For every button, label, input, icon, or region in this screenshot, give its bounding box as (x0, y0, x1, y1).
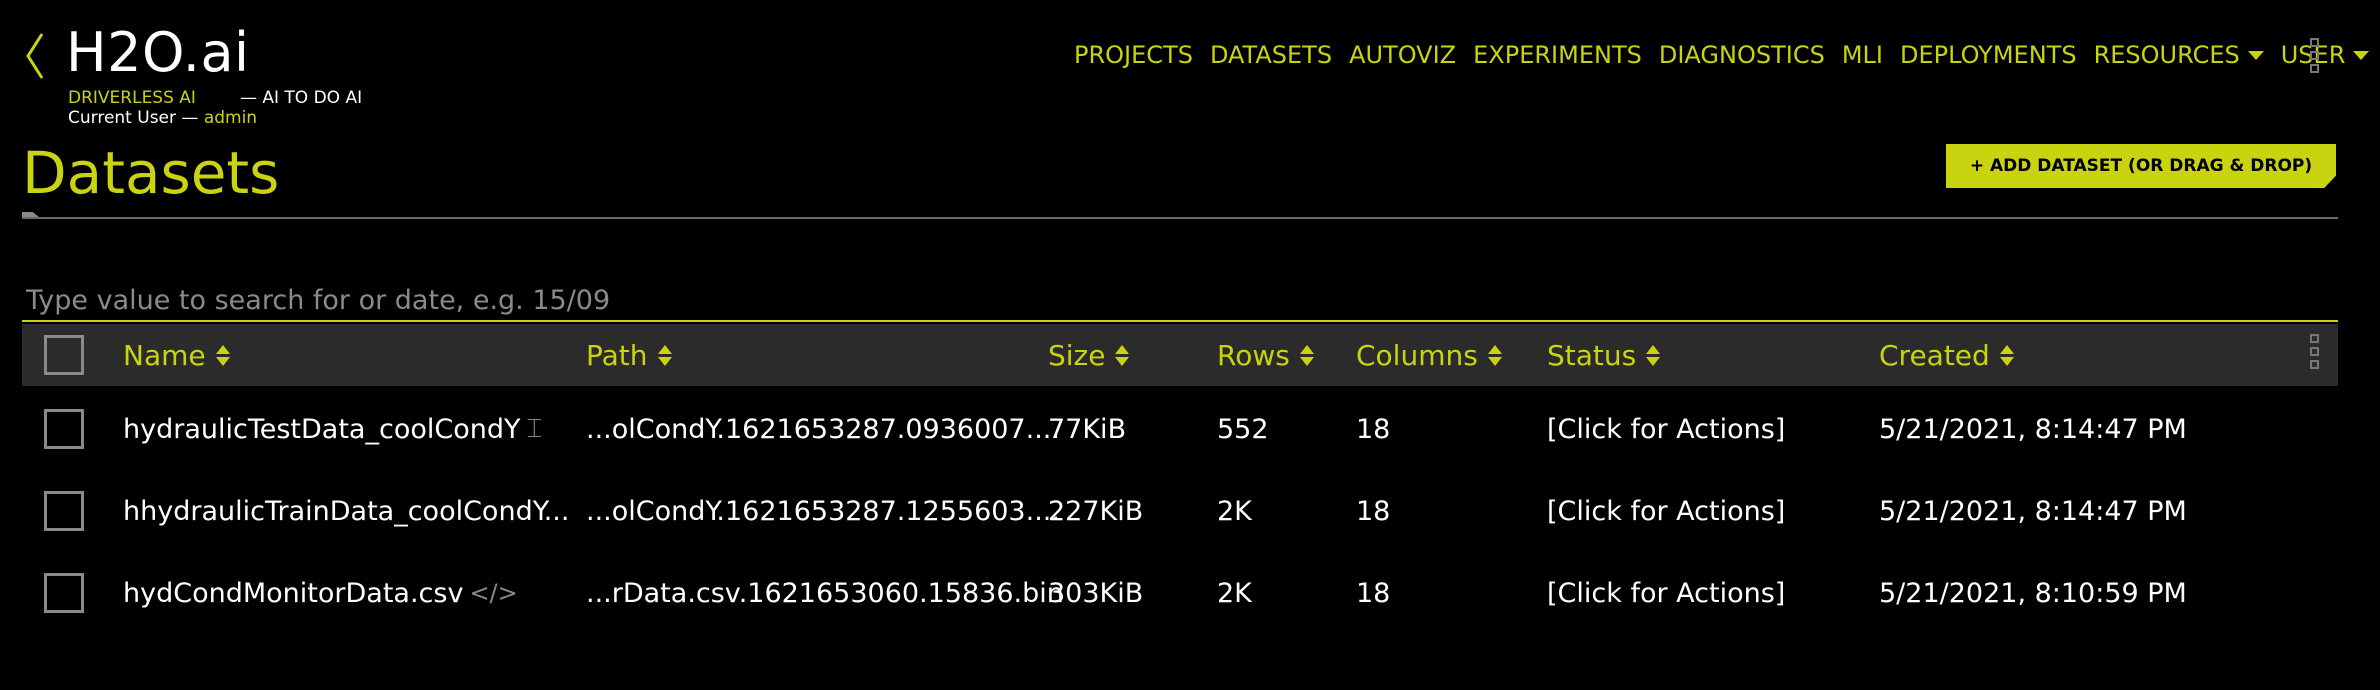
row-checkbox[interactable] (44, 491, 84, 531)
text-cursor-icon: ⌶ (526, 413, 543, 444)
cell-status-actions[interactable]: [Click for Actions] (1547, 470, 1785, 552)
column-label: Path (586, 338, 648, 372)
sort-arrows-icon (1487, 344, 1502, 366)
cell-path: ...olCondY.1621653287.0936007.... (586, 413, 1060, 445)
sort-arrows-icon (215, 344, 230, 366)
cell-columns: 18 (1356, 495, 1391, 527)
column-label: Status (1547, 338, 1637, 372)
row-checkbox[interactable] (44, 409, 84, 449)
select-all-checkbox[interactable] (44, 335, 84, 375)
nav-label: DIAGNOSTICS (1658, 41, 1825, 69)
nav-label: MLI (1841, 41, 1883, 69)
cell-path: ...olCondY.1621653287.1255603.... (586, 495, 1060, 527)
column-label: Created (1879, 338, 1990, 372)
sort-arrows-icon (657, 344, 672, 366)
nav-label: AUTOVIZ (1349, 41, 1457, 69)
divider (22, 217, 2338, 219)
product-name: DRIVERLESS AI — AI TO DO AI (68, 88, 362, 108)
cell-status-actions[interactable]: [Click for Actions] (1547, 552, 1785, 634)
current-user-name: admin (203, 108, 258, 128)
dataset-name: hydCondMonitorData.csv (123, 577, 464, 609)
logo[interactable]: H2O.ai (66, 20, 250, 86)
caret-down-icon (2247, 50, 2264, 60)
current-user: Current User — admin (68, 108, 257, 128)
cell-size: 303KiB (1048, 577, 1144, 609)
column-header-size[interactable]: Size (1048, 324, 1130, 386)
column-label: Name (123, 338, 206, 372)
dataset-name: hhydraulicTrainData_coolCondY... (123, 495, 570, 527)
nav-user[interactable]: USER (2281, 41, 2370, 69)
cell-path: ...rData.csv.1621653060.15836.bin (586, 577, 1064, 609)
table-header: Name Path Size Rows Columns Status Creat… (22, 324, 2338, 386)
search-input[interactable] (22, 280, 2338, 322)
cell-name[interactable]: hydCondMonitorData.csv </> (123, 552, 518, 634)
current-user-label: Current User — (68, 108, 199, 128)
nav-autoviz[interactable]: AUTOVIZ (1349, 41, 1456, 69)
nav-label: EXPERIMENTS (1473, 41, 1642, 69)
chevron-left-icon[interactable] (22, 30, 48, 82)
sort-arrows-icon (1999, 344, 2014, 366)
top-nav: PROJECTS DATASETS AUTOVIZ EXPERIMENTS DI… (1074, 38, 2380, 72)
cell-columns: 18 (1356, 577, 1391, 609)
nav-label: DEPLOYMENTS (1899, 41, 2077, 69)
app-root: H2O.ai DRIVERLESS AI — AI TO DO AI Curren… (0, 0, 2380, 690)
caret-down-icon (2353, 50, 2370, 60)
tagline: — AI TO DO AI (239, 88, 363, 108)
table-row[interactable]: hydraulicTestData_coolCondY ⌶ ...olCondY.… (22, 388, 2338, 470)
cell-rows: 2K (1217, 577, 1252, 609)
column-menu-icon[interactable] (2310, 334, 2322, 373)
table-row[interactable]: hhydraulicTrainData_coolCondY... ...olCo… (22, 470, 2338, 552)
nav-experiments[interactable]: EXPERIMENTS (1473, 41, 1642, 69)
cell-rows: 552 (1217, 413, 1269, 445)
cell-size: 227KiB (1048, 495, 1144, 527)
table-row[interactable]: hydCondMonitorData.csv </> ...rData.csv.1… (22, 552, 2338, 634)
column-label: Columns (1356, 338, 1478, 372)
cell-created: 5/21/2021, 8:10:59 PM (1879, 577, 2187, 609)
column-header-path[interactable]: Path (586, 324, 672, 386)
cell-name[interactable]: hhydraulicTrainData_coolCondY... (123, 470, 569, 552)
nav-label: PROJECTS (1074, 41, 1193, 69)
column-label: Rows (1217, 338, 1290, 372)
column-header-columns[interactable]: Columns (1356, 324, 1502, 386)
cell-created: 5/21/2021, 8:14:47 PM (1879, 413, 2187, 445)
nav-datasets[interactable]: DATASETS (1210, 41, 1332, 69)
sort-arrows-icon (1115, 344, 1130, 366)
sort-arrows-icon (1299, 344, 1314, 366)
cell-status-actions[interactable]: [Click for Actions] (1547, 388, 1785, 470)
product-label: DRIVERLESS AI (68, 88, 196, 108)
nav-diagnostics[interactable]: DIAGNOSTICS (1659, 41, 1825, 69)
nav-projects[interactable]: PROJECTS (1074, 41, 1193, 69)
column-label: Size (1048, 338, 1106, 372)
column-header-name[interactable]: Name (123, 324, 230, 386)
cell-size: 77KiB (1048, 413, 1127, 445)
column-header-rows[interactable]: Rows (1217, 324, 1314, 386)
nav-label: RESOURCES (2093, 41, 2240, 69)
kebab-menu-icon[interactable] (2310, 38, 2322, 77)
add-dataset-button[interactable]: + ADD DATASET (OR DRAG & DROP) (1946, 144, 2336, 188)
nav-label: DATASETS (1209, 41, 1333, 69)
cell-rows: 2K (1217, 495, 1252, 527)
cell-created: 5/21/2021, 8:14:47 PM (1879, 495, 2187, 527)
row-checkbox[interactable] (44, 573, 84, 613)
column-header-status[interactable]: Status (1547, 324, 1661, 386)
nav-deployments[interactable]: DEPLOYMENTS (1900, 41, 2077, 69)
nav-resources[interactable]: RESOURCES (2094, 41, 2264, 69)
dataset-name: hydraulicTestData_coolCondY (123, 413, 521, 445)
page-title: Datasets (22, 139, 280, 207)
cell-name[interactable]: hydraulicTestData_coolCondY ⌶ (123, 388, 542, 470)
column-header-created[interactable]: Created (1879, 324, 2014, 386)
nav-mli[interactable]: MLI (1842, 41, 1883, 69)
sort-arrows-icon (1646, 344, 1661, 366)
code-icon: </> (469, 579, 518, 607)
cell-columns: 18 (1356, 413, 1391, 445)
